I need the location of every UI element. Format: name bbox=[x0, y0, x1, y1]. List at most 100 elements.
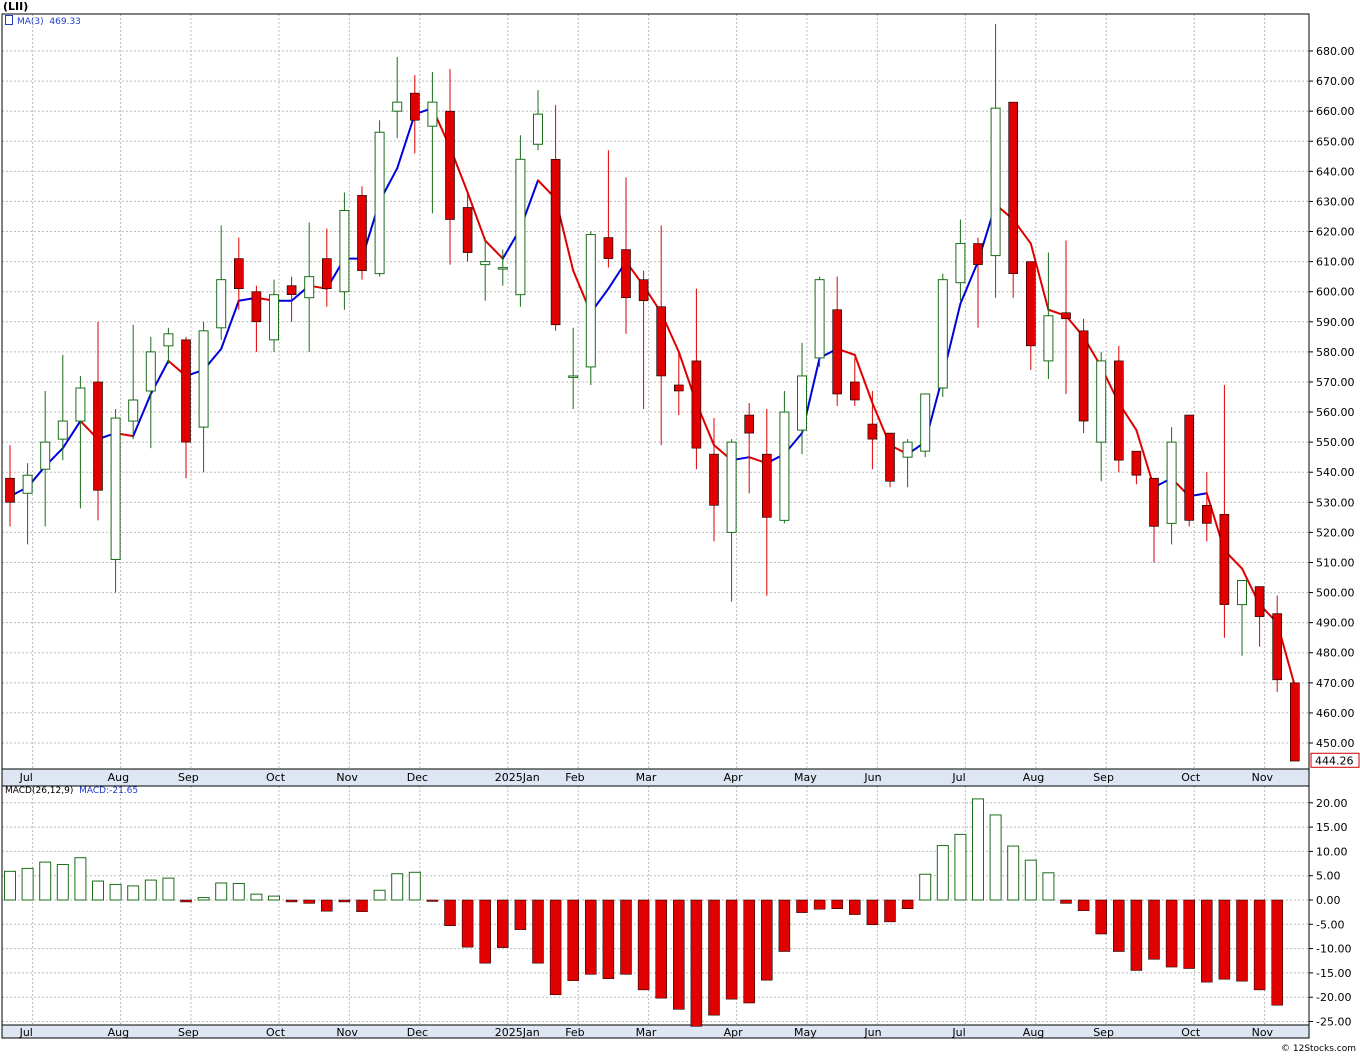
macd-bar bbox=[1060, 899, 1072, 904]
macd-bar bbox=[778, 899, 791, 952]
macd-bar bbox=[919, 873, 932, 901]
ma-legend-label: MA(3) bbox=[17, 17, 44, 27]
macd-bar bbox=[391, 873, 404, 901]
chart-stage: 450.00 460.00 470.00 480.00 490.00 500.00 510.… bbox=[0, 0, 1360, 1056]
month-label-bottom: Sep bbox=[178, 1026, 199, 1039]
macd-bar bbox=[1165, 899, 1178, 968]
candles bbox=[5, 23, 1300, 762]
macd-bar bbox=[109, 883, 122, 901]
candle-body bbox=[867, 423, 878, 440]
macd-legend: MACD(26,12,9) MACD:-21.65 bbox=[5, 786, 138, 796]
candle-body bbox=[427, 101, 438, 127]
candle-body bbox=[937, 279, 948, 389]
macd-tick-label: 5.00 bbox=[1316, 870, 1341, 883]
macd-bar bbox=[39, 861, 52, 901]
macd-bar bbox=[92, 880, 104, 901]
month-label-top: 2025Jan bbox=[495, 771, 540, 784]
month-label-top: Nov bbox=[336, 771, 358, 784]
macd-histogram bbox=[4, 798, 1283, 1027]
candle-body bbox=[902, 441, 913, 458]
macd-bar bbox=[954, 833, 967, 901]
chart-svg: 450.00 460.00 470.00 480.00 490.00 500.00 510.… bbox=[1, 13, 1360, 1039]
macd-bar bbox=[497, 899, 509, 948]
macd-bar bbox=[602, 899, 615, 979]
macd-bar bbox=[408, 871, 421, 901]
candle-body bbox=[885, 432, 895, 482]
candle-body bbox=[110, 417, 121, 560]
candle-body bbox=[920, 393, 931, 452]
macd-bar bbox=[708, 899, 720, 1016]
price-tick-label: 500.00 bbox=[1316, 587, 1355, 600]
macd-bar bbox=[56, 864, 69, 901]
month-label-bottom: Jul bbox=[19, 1026, 33, 1039]
macd-tick-label: -20.00 bbox=[1316, 991, 1351, 1004]
candle-body bbox=[181, 339, 191, 443]
candle-body bbox=[234, 258, 244, 289]
candle-body bbox=[1078, 330, 1089, 422]
month-label-bottom: Jul bbox=[951, 1026, 965, 1039]
price-tick-label: 560.00 bbox=[1316, 406, 1355, 419]
macd-bar bbox=[268, 895, 280, 901]
price-tick-label: 670.00 bbox=[1316, 75, 1355, 88]
price-tick-label: 660.00 bbox=[1316, 105, 1355, 118]
macd-bar bbox=[1271, 899, 1283, 1006]
candle-body bbox=[603, 237, 614, 259]
macd-bar bbox=[215, 882, 228, 901]
candle-body bbox=[339, 209, 350, 293]
month-label-bottom: Aug bbox=[108, 1026, 129, 1039]
macd-bar bbox=[1113, 899, 1125, 952]
candle-body bbox=[198, 330, 209, 428]
month-label-bottom: Oct bbox=[266, 1026, 286, 1039]
candle-body bbox=[621, 249, 631, 299]
macd-bar bbox=[4, 870, 16, 901]
macd-bar bbox=[1077, 899, 1090, 911]
month-label-bottom: Nov bbox=[336, 1026, 358, 1039]
macd-bar bbox=[1183, 899, 1195, 969]
ma-legend: MA(3) 469.33 bbox=[5, 15, 81, 27]
month-label-top: Aug bbox=[108, 771, 129, 784]
candle-body bbox=[955, 243, 966, 284]
macd-bar bbox=[162, 877, 175, 901]
macd-bar bbox=[373, 889, 386, 901]
month-label-top: Mar bbox=[636, 771, 657, 784]
candle-body bbox=[392, 101, 403, 112]
price-tick-label: 510.00 bbox=[1316, 556, 1355, 569]
panel-frames bbox=[1, 13, 1310, 1039]
price-tick-label: 680.00 bbox=[1316, 45, 1355, 58]
macd-bar bbox=[1236, 899, 1248, 982]
candle-body bbox=[1219, 514, 1230, 605]
month-label-top: Nov bbox=[1252, 771, 1274, 784]
candle-body bbox=[269, 294, 279, 341]
macd-bar bbox=[637, 899, 650, 991]
month-label-bottom: Dec bbox=[407, 1026, 428, 1039]
macd-bar bbox=[303, 899, 315, 904]
macd-bar bbox=[1218, 899, 1231, 980]
candle-body bbox=[1202, 505, 1212, 524]
macd-bar bbox=[884, 899, 896, 923]
candle-body bbox=[1131, 450, 1142, 476]
candle-body bbox=[321, 258, 332, 289]
macd-bar bbox=[285, 899, 298, 903]
price-tick-label: 630.00 bbox=[1316, 195, 1355, 208]
macd-bar bbox=[197, 897, 210, 901]
macd-bar bbox=[514, 899, 527, 930]
macd-bar bbox=[180, 899, 192, 903]
macd-bar bbox=[655, 899, 667, 999]
candle-body bbox=[691, 360, 702, 449]
macd-tick-label: -5.00 bbox=[1316, 918, 1344, 931]
macd-bar bbox=[1042, 872, 1055, 901]
macd-bar bbox=[549, 899, 562, 996]
price-tick-label: 540.00 bbox=[1316, 466, 1355, 479]
candle-body bbox=[744, 414, 755, 434]
macd-bar bbox=[972, 798, 984, 901]
price-tick-label: 520.00 bbox=[1316, 526, 1355, 539]
macd-tick-label: 20.00 bbox=[1316, 797, 1348, 810]
candle-body bbox=[445, 110, 455, 220]
candle-body bbox=[990, 107, 1001, 257]
candle-body bbox=[163, 333, 174, 347]
macd-bar bbox=[532, 899, 544, 964]
candle-body bbox=[1026, 261, 1036, 347]
month-label-top: Apr bbox=[724, 771, 744, 784]
macd-bar bbox=[849, 899, 861, 915]
candle-body bbox=[779, 411, 790, 521]
